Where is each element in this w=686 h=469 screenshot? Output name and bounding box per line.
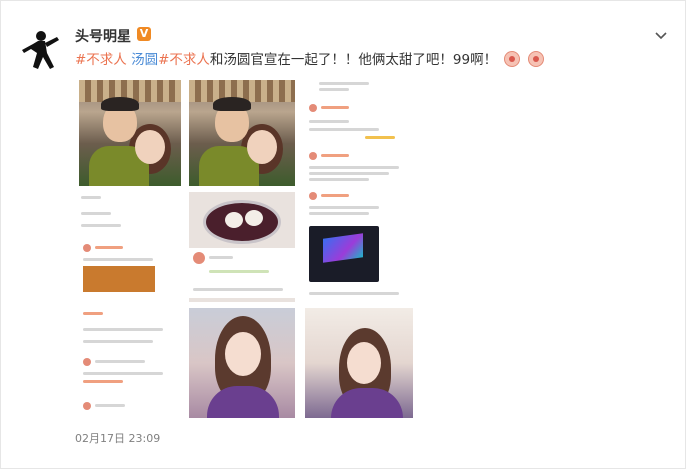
image-girl-selfie-2[interactable] (305, 308, 413, 418)
username[interactable]: 头号明星 (75, 26, 131, 46)
boy-hair (213, 97, 251, 111)
post-timestamp[interactable]: 02月17日 23:09 (75, 430, 160, 446)
mention-link[interactable]: 汤圆 (131, 52, 158, 68)
topic-link[interactable]: #不求人 (158, 52, 210, 68)
image-couple-selfie-2[interactable] (189, 80, 295, 186)
image-chat-screenshot-2[interactable] (79, 192, 181, 302)
boy-hair (101, 97, 139, 111)
image-couple-selfie-1[interactable] (79, 80, 181, 186)
girl-face (247, 130, 277, 164)
tv-photo (309, 226, 379, 282)
chevron-down-icon[interactable] (653, 27, 669, 43)
topic-link[interactable]: #不求人 (75, 52, 131, 68)
image-grid (77, 80, 417, 418)
user-avatar[interactable] (21, 29, 61, 75)
post-body-text: 和汤圆官宣在一起了！！他俩太甜了吧！99啊！ (209, 52, 498, 68)
image-girl-selfie-1[interactable] (189, 308, 295, 418)
image-chat-screenshot-1[interactable] (305, 80, 413, 300)
girl-face (135, 130, 165, 164)
post-text: #不求人 汤圆#不求人和汤圆官宣在一起了！！他俩太甜了吧！99啊！ (75, 50, 544, 70)
pig-face-emoji-icon (527, 51, 544, 67)
verified-badge-icon: V (137, 27, 151, 41)
weibo-post-card: 头号明星 V #不求人 汤圆#不求人和汤圆官宣在一起了！！他俩太甜了吧！99啊！ (0, 0, 686, 469)
image-chat-screenshot-3[interactable] (79, 308, 181, 418)
pig-face-emoji-icon (504, 51, 521, 67)
image-tangyuan-dessert[interactable] (189, 192, 295, 302)
